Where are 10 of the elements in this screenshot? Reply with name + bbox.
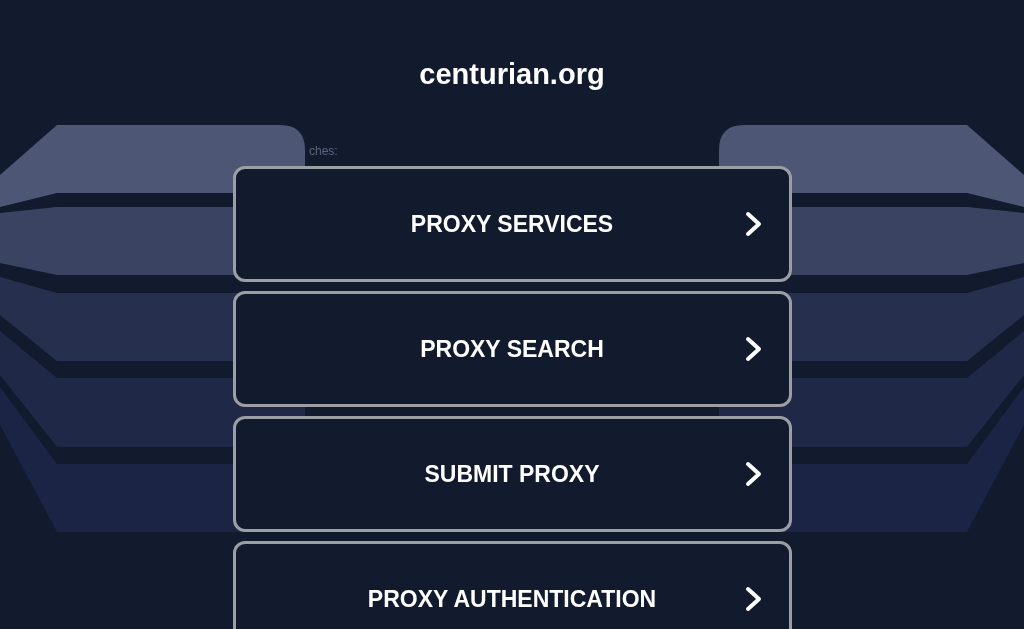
chevron-right-icon: [744, 211, 763, 237]
link-button[interactable]: PROXY SEARCH: [232, 291, 792, 407]
link-button[interactable]: SUBMIT PROXY: [232, 416, 792, 532]
site-title: centurian.org: [419, 58, 605, 91]
chevron-right-icon: [744, 461, 763, 487]
chevron-right-icon: [744, 586, 763, 612]
related-searches-label: ches:: [309, 144, 338, 158]
link-button[interactable]: PROXY SERVICES: [232, 166, 792, 282]
chevron-right-icon: [744, 336, 763, 362]
link-button[interactable]: PROXY AUTHENTICATION: [232, 541, 792, 629]
